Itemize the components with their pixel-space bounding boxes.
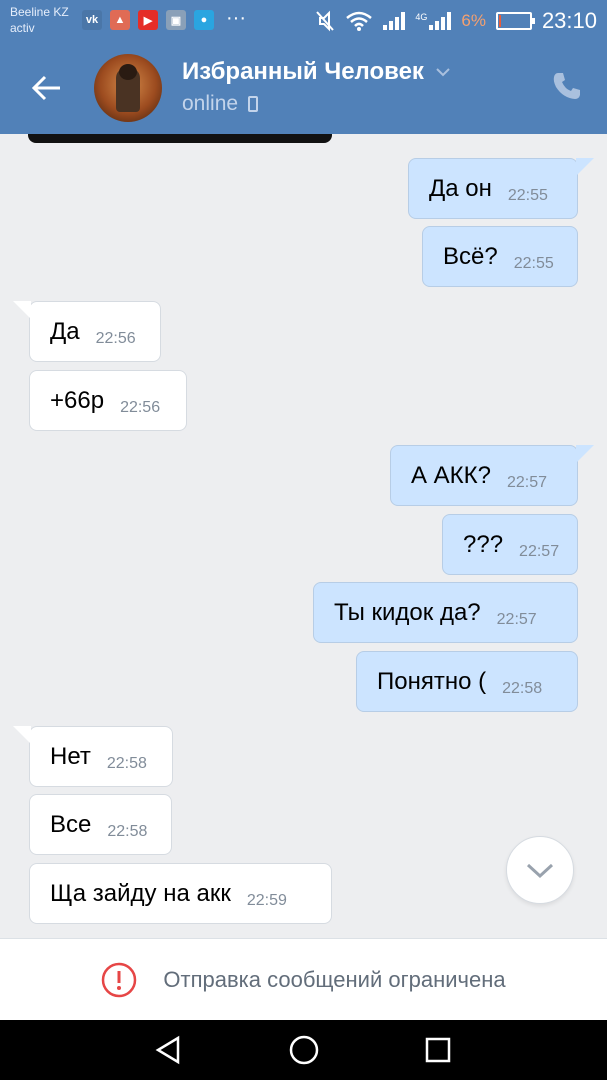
message-bubble[interactable]: Ты кидок да? 22:57 <box>313 582 578 643</box>
carrier-name: Beeline KZ <box>10 5 69 19</box>
message-text: Ща зайду на акк <box>50 879 231 907</box>
bubble-tail <box>576 445 594 463</box>
notification-icon: ▲ <box>110 10 130 30</box>
chat-icon: ● <box>194 10 214 30</box>
message-time: 22:55 <box>507 186 548 204</box>
message-bubble[interactable]: Да он 22:55 <box>408 158 594 219</box>
message-bubble[interactable]: А АКК? 22:57 <box>390 445 594 506</box>
message-time: 22:56 <box>120 398 161 416</box>
more-notifications-icon: ··· <box>226 7 246 29</box>
message-text: +66р <box>50 386 105 414</box>
chat-header: Избранный Человек online <box>0 42 607 134</box>
back-arrow-icon[interactable] <box>26 68 66 108</box>
alert-icon <box>102 962 137 997</box>
chevron-down-icon <box>436 68 450 77</box>
message-text: Все <box>50 810 92 838</box>
gallery-icon: ▣ <box>166 10 186 30</box>
message-bubble[interactable]: ??? 22:57 <box>442 514 578 575</box>
youtube-icon: ▶ <box>138 10 158 30</box>
message-bubble[interactable]: Да 22:56 <box>13 301 161 362</box>
battery-percent: 6% <box>461 11 486 30</box>
media-attachment[interactable] <box>28 134 332 143</box>
phone-icon[interactable] <box>551 70 583 102</box>
notification-icons: vk ▲ ▶ ▣ ● ··· <box>82 7 246 30</box>
vk-icon: vk <box>82 10 102 30</box>
restriction-text: Отправка сообщений ограничена <box>163 966 506 992</box>
chevron-down-icon <box>526 863 554 879</box>
chat-title[interactable]: Избранный Человек <box>182 58 450 86</box>
carrier-sub: activ <box>10 21 35 35</box>
message-time: 22:57 <box>507 473 548 491</box>
message-list[interactable]: Да он 22:55 Всё? 22:55 Да 22:56 +66р 22:… <box>0 134 607 938</box>
avatar[interactable] <box>94 54 162 122</box>
message-bubble[interactable]: Понятно ( 22:58 <box>356 651 578 712</box>
message-text: Всё? <box>443 242 498 270</box>
battery-level <box>498 15 501 27</box>
signal-icon-2: 4G <box>415 12 452 30</box>
nav-recents-icon[interactable] <box>422 1034 454 1066</box>
bubble-tail <box>576 158 594 176</box>
message-time: 22:58 <box>107 822 148 840</box>
bubble-tail <box>13 301 31 319</box>
status-bar: Beeline KZ activ vk ▲ ▶ ▣ ● ··· 4G 6% 23… <box>0 0 607 42</box>
mute-icon <box>316 10 335 32</box>
message-time: 22:59 <box>246 891 287 909</box>
network-type: 4G <box>415 12 428 22</box>
online-status: online <box>182 92 259 116</box>
message-text: Ты кидок да? <box>334 598 481 626</box>
nav-home-icon[interactable] <box>288 1034 320 1066</box>
message-bubble[interactable]: Нет 22:58 <box>13 726 173 787</box>
message-time: 22:58 <box>502 679 543 697</box>
message-time: 22:58 <box>106 754 147 772</box>
wifi-icon <box>346 11 373 31</box>
nav-back-icon[interactable] <box>152 1034 184 1066</box>
message-text: ??? <box>463 530 504 558</box>
message-time: 22:57 <box>496 610 537 628</box>
message-bubble[interactable]: Все 22:58 <box>29 794 172 855</box>
message-bubble[interactable]: +66р 22:56 <box>29 370 187 431</box>
message-time: 22:56 <box>95 329 136 347</box>
signal-icon <box>383 12 406 30</box>
mobile-icon <box>248 96 259 112</box>
navigation-bar <box>0 1020 607 1080</box>
message-time: 22:55 <box>513 254 554 272</box>
message-text: Да <box>50 317 80 345</box>
message-text: Нет <box>50 742 91 770</box>
avatar-head <box>119 64 137 80</box>
message-bubble[interactable]: Всё? 22:55 <box>422 226 578 287</box>
clock: 23:10 <box>541 8 597 33</box>
status-right: 4G 6% 23:10 <box>315 8 597 34</box>
bubble-tail <box>13 726 31 744</box>
message-text: А АКК? <box>411 461 491 489</box>
chat-title-text: Избранный Человек <box>182 58 424 85</box>
message-text: Да он <box>429 174 492 202</box>
messaging-restricted-bar: Отправка сообщений ограничена <box>0 938 607 1020</box>
message-text: Понятно ( <box>377 667 487 695</box>
online-status-text: online <box>182 92 239 115</box>
message-bubble[interactable]: Ща зайду на акк 22:59 <box>29 863 332 924</box>
carrier-label: Beeline KZ activ <box>10 4 69 36</box>
battery-icon <box>495 12 535 30</box>
scroll-down-button[interactable] <box>506 836 574 904</box>
message-time: 22:57 <box>519 542 560 560</box>
